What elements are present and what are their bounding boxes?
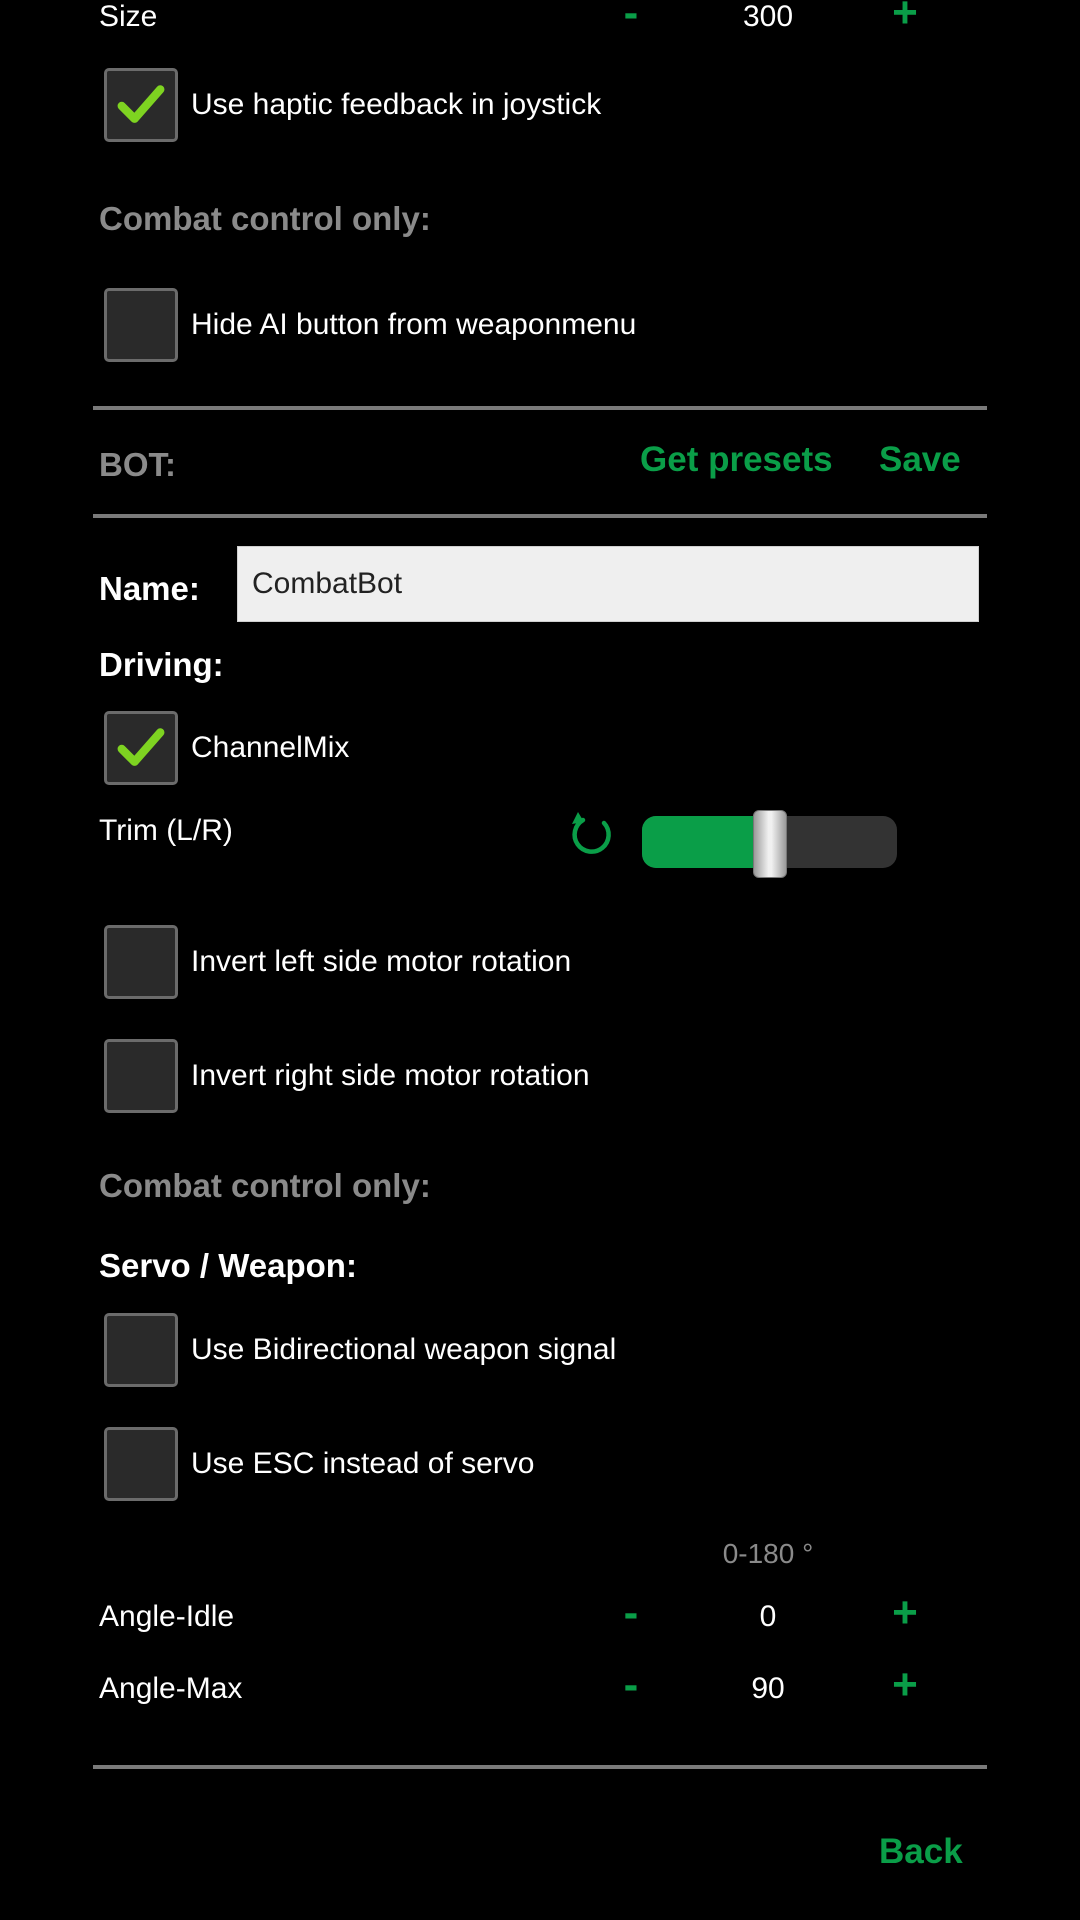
- combat-control-heading: Combat control only:: [99, 200, 431, 237]
- angle-max-value: 90: [751, 1672, 785, 1705]
- bidirectional-checkbox[interactable]: [104, 1313, 178, 1387]
- trim-label: Trim (L/R): [99, 814, 233, 847]
- angle-max-label: Angle-Max: [99, 1672, 243, 1705]
- invert-right-checkbox[interactable]: [104, 1039, 178, 1113]
- name-input[interactable]: [237, 546, 979, 622]
- haptic-label: Use haptic feedback in joystick: [191, 88, 602, 121]
- divider: [93, 1765, 987, 1769]
- invert-left-checkbox[interactable]: [104, 925, 178, 999]
- bot-heading: BOT:: [99, 446, 176, 483]
- angle-idle-minus-button[interactable]: -: [611, 1588, 651, 1638]
- angle-max-minus-button[interactable]: -: [611, 1660, 651, 1710]
- esc-checkbox[interactable]: [104, 1427, 178, 1501]
- angle-idle-plus-button[interactable]: +: [885, 1588, 925, 1638]
- checkmark-icon: [117, 85, 165, 123]
- divider: [93, 406, 987, 410]
- trim-slider-thumb[interactable]: [752, 810, 787, 878]
- invert-right-label: Invert right side motor rotation: [191, 1059, 590, 1092]
- channelmix-checkbox[interactable]: [104, 711, 178, 785]
- angle-idle-label: Angle-Idle: [99, 1600, 235, 1633]
- angle-idle-value: 0: [759, 1600, 777, 1633]
- angle-max-plus-button[interactable]: +: [885, 1660, 925, 1710]
- divider: [93, 514, 987, 518]
- size-plus-button[interactable]: +: [885, 0, 925, 38]
- invert-left-label: Invert left side motor rotation: [191, 945, 572, 978]
- angle-range-hint: 0-180 °: [722, 1538, 814, 1569]
- size-label: Size: [99, 0, 158, 33]
- save-button[interactable]: Save: [879, 440, 961, 480]
- settings-page: Size - 300 + Use haptic feedback in joys…: [0, 0, 1080, 1920]
- size-value: 300: [742, 0, 794, 33]
- esc-label: Use ESC instead of servo: [191, 1447, 535, 1480]
- back-button[interactable]: Back: [879, 1832, 963, 1872]
- combat-control-heading-2: Combat control only:: [99, 1167, 431, 1204]
- bidirectional-label: Use Bidirectional weapon signal: [191, 1333, 617, 1366]
- haptic-checkbox[interactable]: [104, 68, 178, 142]
- size-minus-button[interactable]: -: [611, 0, 651, 38]
- trim-slider-fill: [642, 816, 770, 868]
- hide-ai-checkbox[interactable]: [104, 288, 178, 362]
- driving-heading: Driving:: [99, 646, 224, 683]
- hide-ai-label: Hide AI button from weaponmenu: [191, 308, 637, 341]
- reset-icon[interactable]: [566, 808, 616, 858]
- servo-weapon-heading: Servo / Weapon:: [99, 1247, 357, 1284]
- channelmix-label: ChannelMix: [191, 731, 350, 764]
- checkmark-icon: [117, 728, 165, 766]
- get-presets-button[interactable]: Get presets: [640, 440, 833, 480]
- name-label: Name:: [99, 570, 200, 607]
